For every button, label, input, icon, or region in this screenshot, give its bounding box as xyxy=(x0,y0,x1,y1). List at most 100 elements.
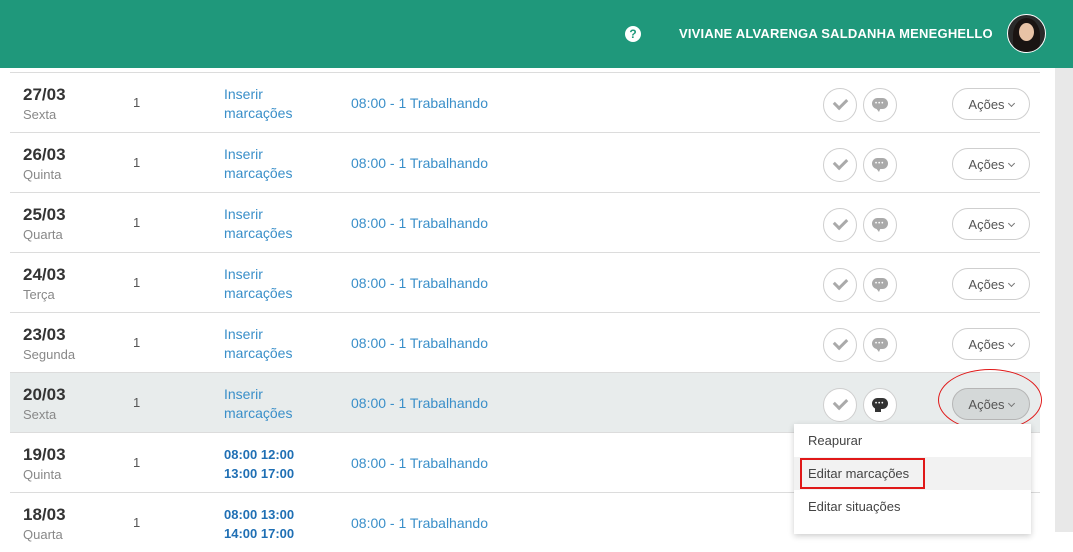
menu-item-reapurar[interactable]: Reapurar xyxy=(794,424,1031,457)
times-line-2: 13:00 17:00 xyxy=(224,466,295,481)
row-count: 1 xyxy=(133,155,141,170)
row-count: 1 xyxy=(133,515,141,530)
check-icon xyxy=(832,94,849,111)
avatar[interactable] xyxy=(1007,14,1046,53)
approve-button[interactable] xyxy=(823,88,857,122)
actions-label: Ações xyxy=(968,277,1005,292)
approve-button[interactable] xyxy=(823,388,857,422)
times-line-1: 08:00 12:00 xyxy=(224,447,295,462)
link-line-2: marcações xyxy=(224,225,293,241)
check-icon xyxy=(832,274,849,291)
comment-button[interactable]: ••• xyxy=(863,148,897,182)
schedule-link[interactable]: 08:00 - 1 Trabalhando xyxy=(351,515,488,531)
punch-times[interactable]: 08:00 13:00 14:00 17:00 xyxy=(224,505,294,543)
link-line-1: Inserir xyxy=(224,146,263,162)
link-line-2: marcações xyxy=(224,285,293,301)
row-weekday: Quarta xyxy=(23,527,63,542)
row-weekday: Terça xyxy=(23,287,55,302)
schedule-link[interactable]: 08:00 - 1 Trabalhando xyxy=(351,455,488,471)
comment-button[interactable]: ••• xyxy=(863,208,897,242)
actions-button[interactable]: Ações xyxy=(952,268,1030,300)
chat-icon: ••• xyxy=(872,278,888,292)
row-count: 1 xyxy=(133,335,141,350)
chevron-down-icon xyxy=(1007,219,1015,228)
row-weekday: Quinta xyxy=(23,167,62,182)
insert-marks-link[interactable]: Inserir marcações xyxy=(224,205,314,243)
link-line-1: Inserir xyxy=(224,206,263,222)
schedule-link[interactable]: 08:00 - 1 Trabalhando xyxy=(351,95,488,111)
row-date: 26/03 xyxy=(23,145,66,164)
insert-marks-link[interactable]: Inserir marcações xyxy=(224,265,314,303)
schedule-link[interactable]: 08:00 - 1 Trabalhando xyxy=(351,155,488,171)
row-weekday: Sexta xyxy=(23,407,57,422)
row-date: 24/03 xyxy=(23,265,66,284)
link-line-1: Inserir xyxy=(224,86,263,102)
row-date: 25/03 xyxy=(23,205,66,224)
chat-icon: ••• xyxy=(872,398,888,412)
menu-item-editar-situacoes[interactable]: Editar situações xyxy=(794,490,1031,523)
row-weekday: Quarta xyxy=(23,227,63,242)
insert-marks-link[interactable]: Inserir marcações xyxy=(224,385,314,423)
link-line-2: marcações xyxy=(224,105,293,121)
approve-button[interactable] xyxy=(823,148,857,182)
times-line-2: 14:00 17:00 xyxy=(224,526,295,541)
row-count: 1 xyxy=(133,95,141,110)
insert-marks-link[interactable]: Inserir marcações xyxy=(224,145,314,183)
actions-button[interactable]: Ações xyxy=(952,148,1030,180)
comment-button[interactable]: ••• xyxy=(863,88,897,122)
punch-times[interactable]: 08:00 12:00 13:00 17:00 xyxy=(224,445,294,483)
schedule-link[interactable]: 08:00 - 1 Trabalhando xyxy=(351,275,488,291)
actions-button[interactable]: Ações xyxy=(952,328,1030,360)
row-count: 1 xyxy=(133,395,141,410)
comment-button[interactable]: ••• xyxy=(863,328,897,362)
row-date: 23/03 xyxy=(23,325,66,344)
help-icon[interactable]: ? xyxy=(625,26,641,42)
comment-button[interactable]: ••• xyxy=(863,388,897,422)
comment-button[interactable]: ••• xyxy=(863,268,897,302)
actions-button[interactable]: Ações xyxy=(952,88,1030,120)
row-date: 27/03 xyxy=(23,85,66,104)
check-icon xyxy=(832,334,849,351)
row-count: 1 xyxy=(133,215,141,230)
actions-label: Ações xyxy=(968,97,1005,112)
chat-icon: ••• xyxy=(872,338,888,352)
row-date: 20/03 xyxy=(23,385,66,404)
chevron-down-icon xyxy=(1007,99,1015,108)
highlight-box xyxy=(800,458,925,489)
times-line-1: 08:00 13:00 xyxy=(224,507,295,522)
schedule-link[interactable]: 08:00 - 1 Trabalhando xyxy=(351,215,488,231)
actions-label: Ações xyxy=(968,217,1005,232)
link-line-1: Inserir xyxy=(224,386,263,402)
row-date: 18/03 xyxy=(23,505,66,524)
link-line-2: marcações xyxy=(224,165,293,181)
row-date: 19/03 xyxy=(23,445,66,464)
chat-icon: ••• xyxy=(872,98,888,112)
highlight-oval xyxy=(938,369,1042,431)
approve-button[interactable] xyxy=(823,208,857,242)
check-icon xyxy=(832,154,849,171)
check-icon xyxy=(832,214,849,231)
approve-button[interactable] xyxy=(823,268,857,302)
row-count: 1 xyxy=(133,275,141,290)
actions-label: Ações xyxy=(968,157,1005,172)
scrollbar[interactable] xyxy=(1055,68,1073,532)
actions-button[interactable]: Ações xyxy=(952,208,1030,240)
table-row-active: 20/03 Sexta 1 Inserir marcações 08:00 - 1… xyxy=(10,372,1040,432)
schedule-link[interactable]: 08:00 - 1 Trabalhando xyxy=(351,335,488,351)
row-weekday: Sexta xyxy=(23,107,57,122)
table-row: 27/03 Sexta 1 Inserir marcações 08:00 - 1… xyxy=(10,72,1040,132)
insert-marks-link[interactable]: Inserir marcações xyxy=(224,325,314,363)
table-row: 26/03 Quinta 1 Inserir marcações 08:00 - … xyxy=(10,132,1040,192)
schedule-link[interactable]: 08:00 - 1 Trabalhando xyxy=(351,395,488,411)
check-icon xyxy=(832,394,849,411)
insert-marks-link[interactable]: Inserir marcações xyxy=(224,85,314,123)
chat-icon: ••• xyxy=(872,218,888,232)
chevron-down-icon xyxy=(1007,339,1015,348)
row-weekday: Quinta xyxy=(23,467,62,482)
table-row: 24/03 Terça 1 Inserir marcações 08:00 - 1… xyxy=(10,252,1040,312)
user-name[interactable]: VIVIANE ALVARENGA SALDANHA MENEGHELLO xyxy=(679,26,993,41)
approve-button[interactable] xyxy=(823,328,857,362)
chat-icon: ••• xyxy=(872,158,888,172)
actions-label: Ações xyxy=(968,337,1005,352)
link-line-1: Inserir xyxy=(224,326,263,342)
